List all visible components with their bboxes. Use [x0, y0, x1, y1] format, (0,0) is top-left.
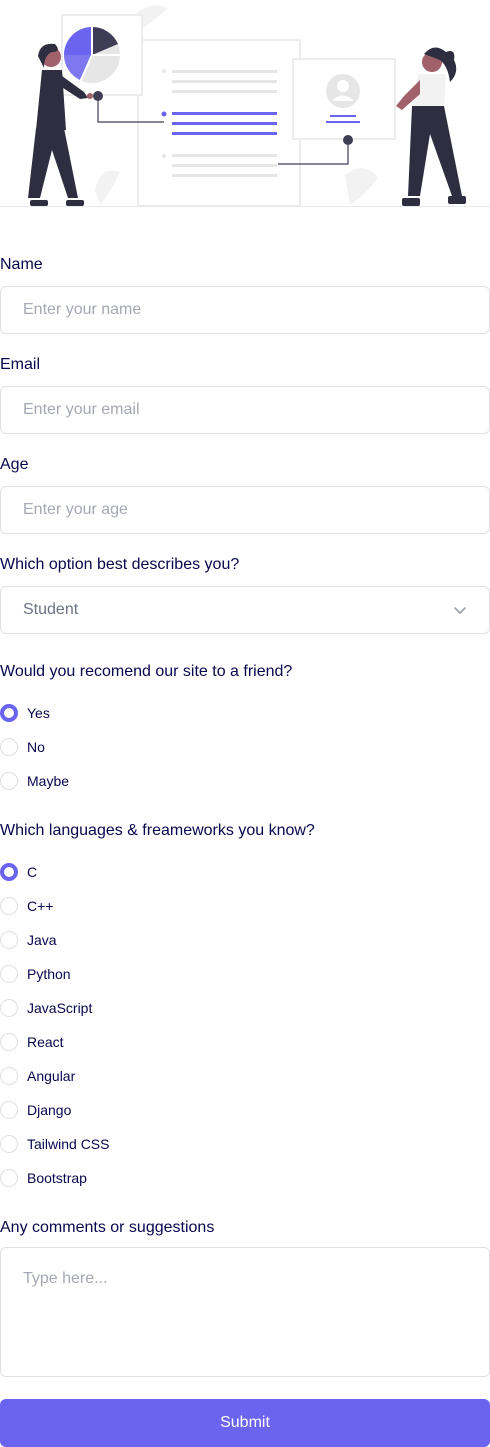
- radio-button[interactable]: [0, 1101, 18, 1119]
- language-option-bootstrap[interactable]: Bootstrap: [0, 1168, 87, 1188]
- submit-button[interactable]: Submit: [0, 1399, 490, 1447]
- email-input[interactable]: [0, 386, 490, 434]
- language-option-cpp[interactable]: C++: [0, 896, 53, 916]
- radio-button[interactable]: [0, 772, 18, 790]
- recommend-option-yes[interactable]: Yes: [0, 703, 50, 723]
- radio-button[interactable]: [0, 704, 18, 722]
- language-option-label: Python: [27, 966, 71, 982]
- language-option-label: Django: [27, 1102, 72, 1118]
- comments-label: Any comments or suggestions: [0, 1219, 215, 1236]
- language-option-react[interactable]: React: [0, 1032, 64, 1052]
- name-label: Name: [0, 256, 43, 273]
- recommend-option-label: No: [27, 739, 45, 755]
- email-label: Email: [0, 356, 41, 373]
- languages-label: Which languages & freameworks you know?: [0, 822, 315, 839]
- recommend-option-label: Maybe: [27, 773, 70, 789]
- age-label: Age: [0, 456, 29, 473]
- language-option-label: C: [27, 864, 38, 880]
- radio-button[interactable]: [0, 965, 18, 983]
- language-option-django[interactable]: Django: [0, 1100, 71, 1120]
- radio-button[interactable]: [0, 738, 18, 756]
- role-label: Which option best describes you?: [0, 556, 240, 573]
- language-option-angular[interactable]: Angular: [0, 1066, 75, 1086]
- recommend-label: Would you recomend our site to a friend?: [0, 663, 293, 680]
- radio-button[interactable]: [0, 931, 18, 949]
- language-option-label: React: [27, 1034, 64, 1050]
- people-dashboard-illustration: [28, 5, 466, 206]
- recommend-option-no[interactable]: No: [0, 737, 45, 757]
- radio-button[interactable]: [0, 999, 18, 1017]
- radio-button[interactable]: [0, 1135, 18, 1153]
- recommend-option-label: Yes: [27, 705, 50, 721]
- language-option-tailwind[interactable]: Tailwind CSS: [0, 1134, 109, 1154]
- language-option-label: Java: [27, 932, 57, 948]
- language-option-label: Bootstrap: [27, 1170, 87, 1186]
- radio-button[interactable]: [0, 1067, 18, 1085]
- age-input[interactable]: [0, 486, 490, 534]
- language-option-label: JavaScript: [27, 1000, 93, 1016]
- role-select-value: Student: [23, 601, 79, 618]
- radio-button[interactable]: [0, 897, 18, 915]
- radio-button[interactable]: [0, 863, 18, 881]
- role-select[interactable]: Student: [0, 586, 490, 634]
- radio-button[interactable]: [0, 1169, 18, 1187]
- language-option-python[interactable]: Python: [0, 964, 71, 984]
- language-option-label: Angular: [27, 1068, 76, 1084]
- name-input[interactable]: [0, 286, 490, 334]
- language-option-javascript[interactable]: JavaScript: [0, 998, 92, 1018]
- recommend-option-maybe[interactable]: Maybe: [0, 771, 69, 791]
- radio-button[interactable]: [0, 1033, 18, 1051]
- language-option-java[interactable]: Java: [0, 930, 57, 950]
- language-option-label: C++: [27, 898, 54, 914]
- comments-textarea[interactable]: Type here...: [0, 1247, 490, 1377]
- chevron-down-icon: [454, 607, 466, 614]
- language-option-label: Tailwind CSS: [27, 1136, 110, 1152]
- language-option-c[interactable]: C: [0, 862, 37, 882]
- hero-illustration: [0, 0, 490, 207]
